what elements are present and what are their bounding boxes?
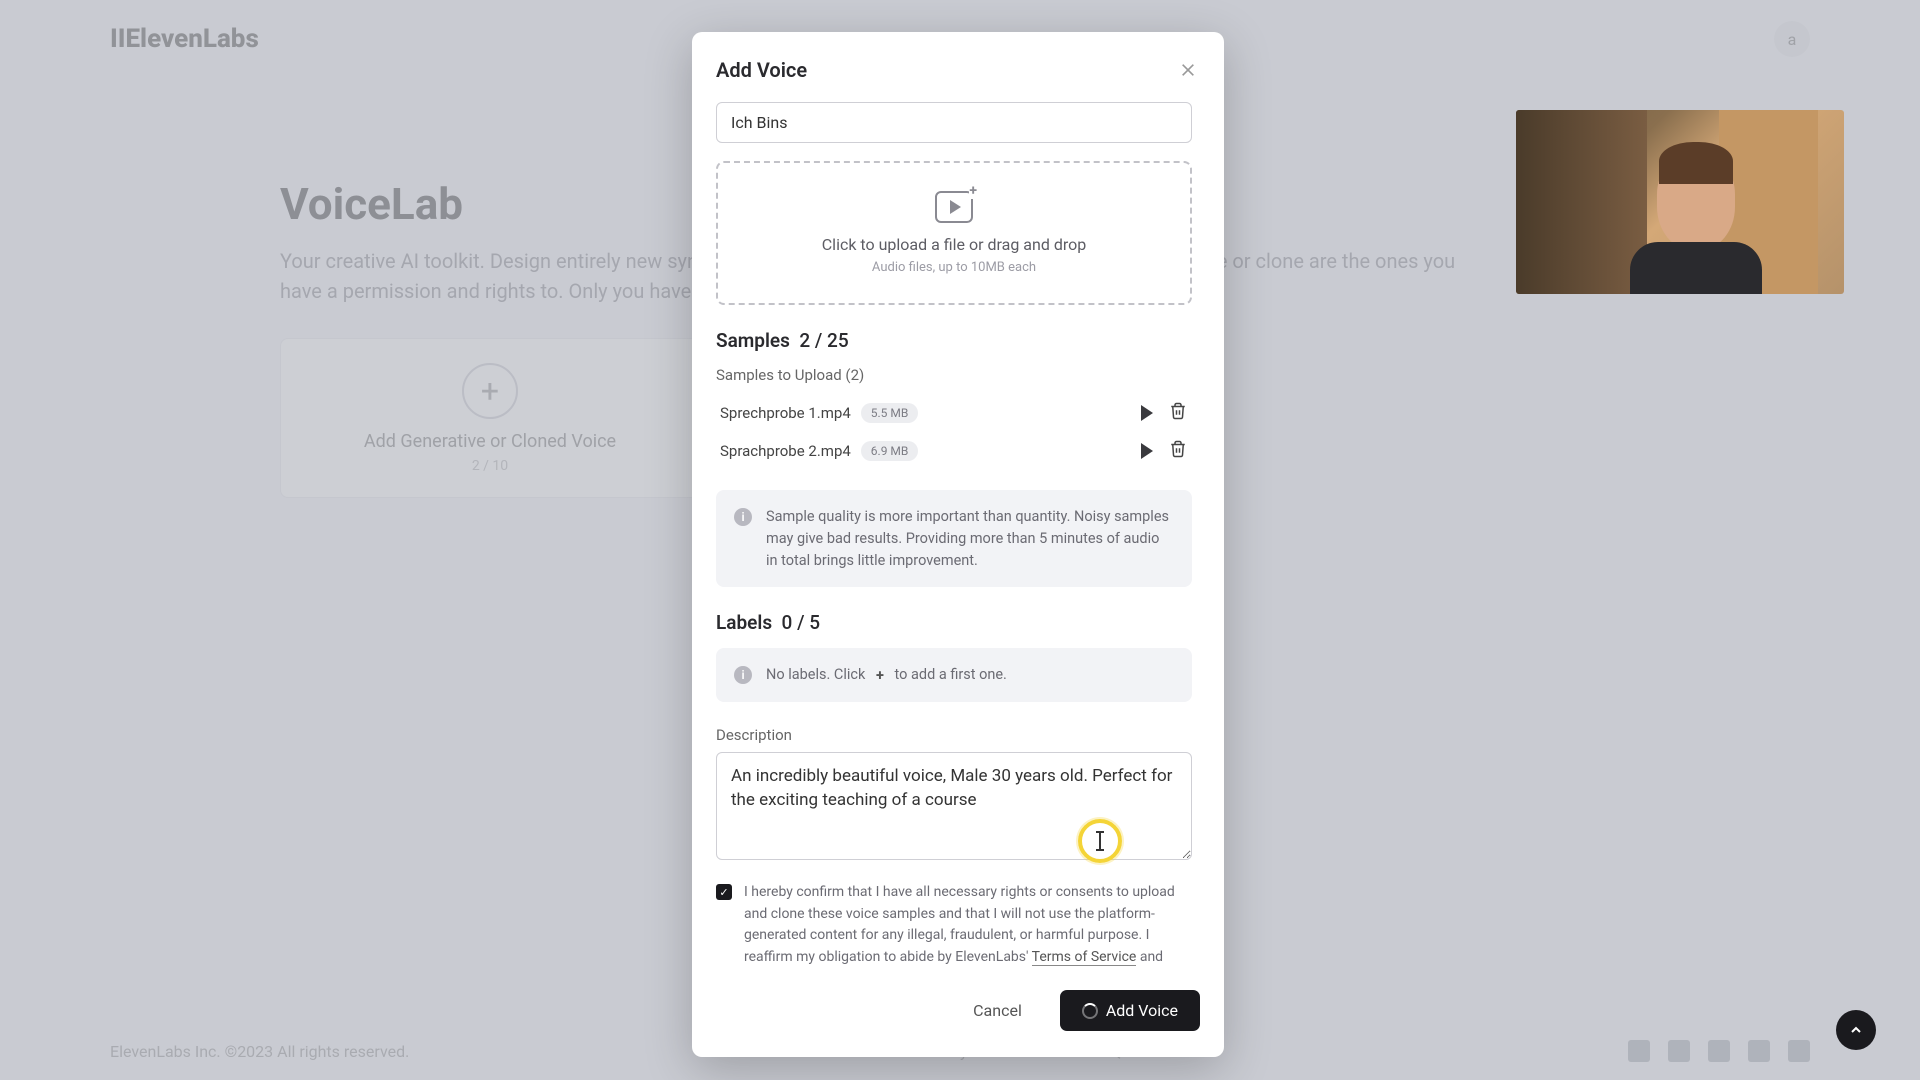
- description-label: Description: [716, 726, 1192, 744]
- cancel-button[interactable]: Cancel: [951, 990, 1044, 1031]
- play-icon[interactable]: [1141, 405, 1153, 421]
- info-icon: i: [734, 508, 752, 526]
- consent-checkbox[interactable]: ✓: [716, 884, 732, 900]
- trash-icon[interactable]: [1169, 402, 1187, 424]
- spinner-icon: [1082, 1003, 1098, 1019]
- close-icon[interactable]: [1176, 58, 1200, 82]
- labels-empty-info: i No labels. Click + to add a first one.: [716, 648, 1192, 702]
- sample-size: 5.5 MB: [861, 403, 919, 423]
- sample-name: Sprachprobe 2.mp4: [720, 442, 851, 460]
- upload-text: Click to upload a file or drag and drop: [746, 235, 1162, 254]
- privacy-link[interactable]: Privacy Policy: [744, 971, 829, 972]
- scroll-top-button[interactable]: [1836, 1010, 1876, 1050]
- samples-subheading: Samples to Upload (2): [716, 366, 1192, 384]
- upload-dropzone[interactable]: + Click to upload a file or drag and dro…: [716, 161, 1192, 305]
- consent-text: I hereby confirm that I have all necessa…: [744, 882, 1192, 972]
- upload-icon: +: [935, 191, 973, 223]
- add-label-icon[interactable]: +: [871, 666, 889, 684]
- webcam-thumbnail: [1516, 110, 1844, 294]
- samples-heading: Samples 2 / 25: [716, 329, 1192, 352]
- terms-link[interactable]: Terms of Service: [1032, 949, 1137, 966]
- samples-list: Sprechprobe 1.mp4 5.5 MB Sprachprobe 2.m…: [716, 394, 1192, 470]
- modal-title: Add Voice: [716, 58, 807, 82]
- sample-quality-info: i Sample quality is more important than …: [716, 490, 1192, 587]
- trash-icon[interactable]: [1169, 440, 1187, 462]
- description-input[interactable]: [716, 752, 1192, 860]
- labels-heading: Labels 0 / 5: [716, 611, 1192, 634]
- sample-row: Sprachprobe 2.mp4 6.9 MB: [716, 432, 1191, 470]
- add-voice-modal: Add Voice + Click to upload a file or dr…: [692, 32, 1224, 1057]
- info-icon: i: [734, 666, 752, 684]
- add-voice-button[interactable]: Add Voice: [1060, 990, 1200, 1031]
- play-icon[interactable]: [1141, 443, 1153, 459]
- sample-name: Sprechprobe 1.mp4: [720, 404, 851, 422]
- sample-row: Sprechprobe 1.mp4 5.5 MB: [716, 394, 1191, 432]
- sample-size: 6.9 MB: [861, 441, 919, 461]
- voice-name-input[interactable]: [716, 102, 1192, 143]
- upload-subtext: Audio files, up to 10MB each: [746, 260, 1162, 275]
